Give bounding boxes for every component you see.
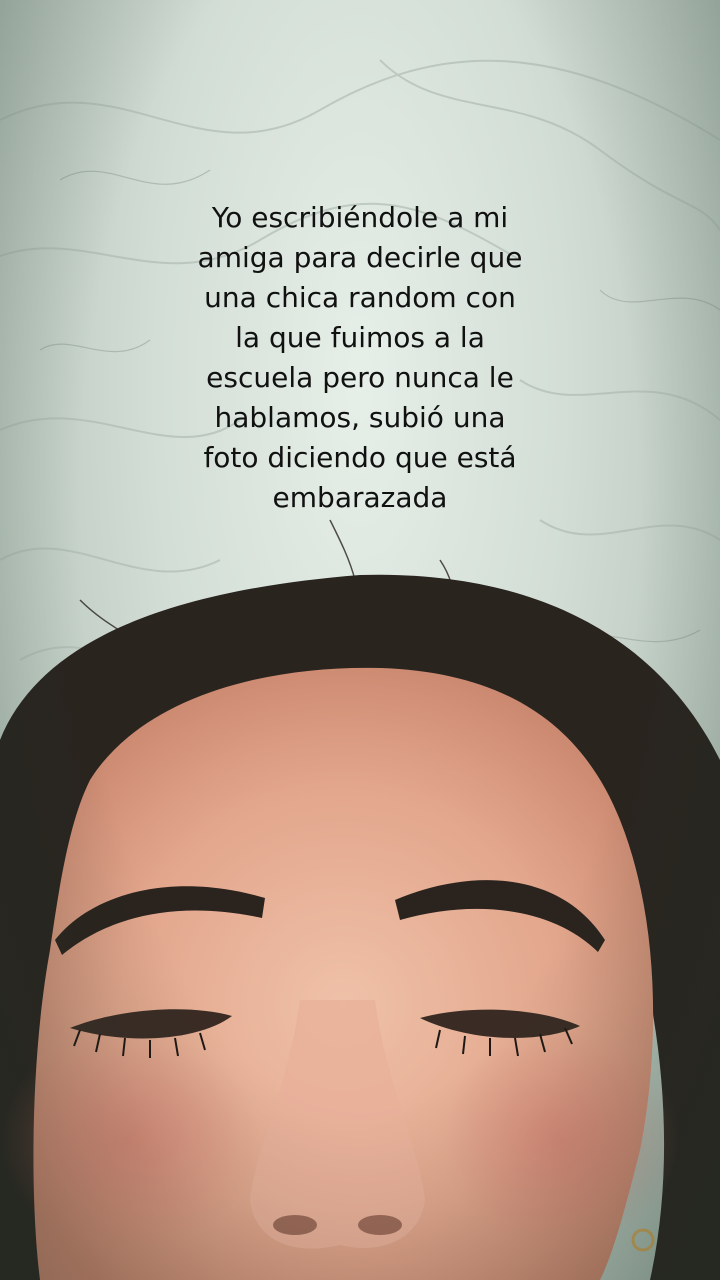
earring <box>631 1228 655 1252</box>
caption-line: una chica random con <box>204 281 516 314</box>
caption-line: hablamos, subió una <box>214 401 506 434</box>
caption-line: escuela pero nunca le <box>206 361 514 394</box>
caption-line: foto diciendo que está <box>203 441 517 474</box>
left-nostril <box>273 1215 317 1235</box>
caption-line: embarazada <box>272 481 448 514</box>
video-frame: Yo escribiéndole a mi amiga para decirle… <box>0 0 720 1280</box>
person-face-image <box>0 519 720 1280</box>
caption-line: la que fuimos a la <box>235 321 485 354</box>
caption-line: amiga para decirle que <box>197 241 523 274</box>
caption-text: Yo escribiéndole a mi amiga para decirle… <box>150 198 570 518</box>
caption-line: Yo escribiéndole a mi <box>211 201 509 234</box>
right-nostril <box>358 1215 402 1235</box>
